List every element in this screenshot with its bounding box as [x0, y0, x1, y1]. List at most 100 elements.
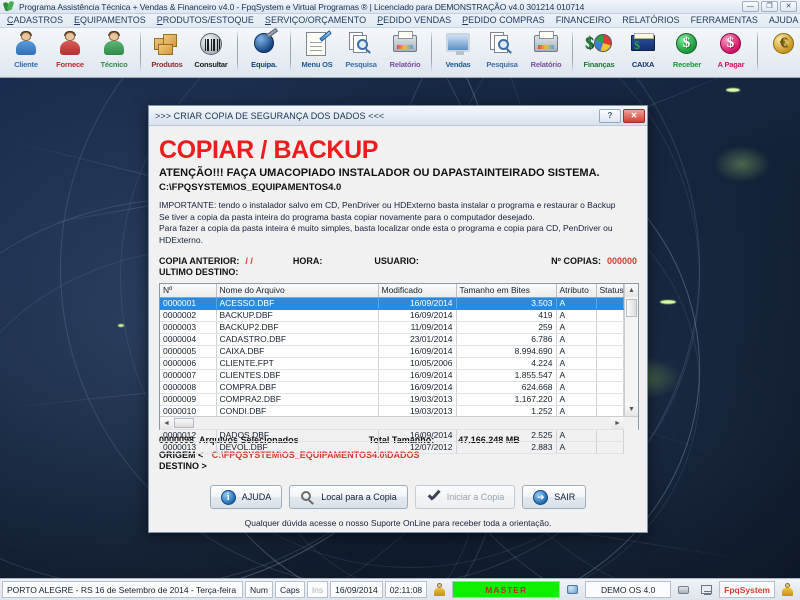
toolbar-button-cliente[interactable]: Cliente [4, 28, 48, 76]
cell-modificado: 16/09/2014 [378, 345, 457, 358]
document-pen-icon [302, 30, 332, 58]
grid-horizontal-scrollbar[interactable]: ◄ ► [160, 416, 638, 430]
toolbar-group-os: Menu OS Pesquisa Relatório [295, 28, 427, 76]
dialog-note-2: Se tiver a copia da pasta inteira do pro… [159, 211, 535, 222]
local-para-copia-button[interactable]: Local para a Copia [289, 485, 408, 509]
printer-icon[interactable] [677, 583, 690, 596]
dialog-close-button[interactable]: ✕ [623, 108, 645, 123]
column-header-numero[interactable]: Nº [160, 284, 217, 298]
toolbar-label: Pesquisa [345, 60, 377, 69]
minimize-button[interactable]: — [742, 1, 759, 12]
network-icon[interactable] [700, 583, 713, 596]
hscroll-track[interactable] [173, 417, 611, 429]
cell-modificado: 16/09/2014 [378, 297, 457, 310]
cell-modificado: 11/09/2014 [378, 321, 457, 334]
cell-modificado: 16/09/2014 [378, 381, 457, 394]
cell-modificado: 19/03/2013 [378, 393, 457, 406]
search-pages-icon [487, 30, 517, 58]
menu-item-equipamentos[interactable]: EQUIPAMENTOS [74, 14, 146, 27]
menu-item-produtos-estoque[interactable]: PRODUTOS/ESTOQUE [157, 14, 254, 27]
cell-atributo: A [556, 441, 597, 454]
cell-nome-arquivo: CLIENTE.FPT [216, 357, 379, 370]
toolbar-button-receber[interactable]: $ Receber [665, 28, 709, 76]
scroll-right-arrow-icon[interactable]: ► [611, 417, 624, 429]
table-row[interactable]: 0000002 BACKUP.DBF 16/09/2014 419 A [160, 309, 624, 322]
menu-item-servico-orcamento[interactable]: SERVIÇO/ORÇAMENTO [265, 14, 366, 27]
cell-numero: 0000003 [160, 321, 217, 334]
column-header-nome[interactable]: Nome do Arquivo [216, 284, 379, 298]
toolbar-button-produtos[interactable]: Produtos [145, 28, 189, 76]
cell-numero: 0000013 [160, 441, 217, 454]
menu-item-financeiro[interactable]: FINANCEIRO [556, 14, 612, 27]
backup-info-row: COPIA ANTERIOR: / / HORA: USUARIO: Nº CO… [159, 256, 637, 266]
toolbar-button-relatorio-os[interactable]: Relatório [383, 28, 427, 76]
dialog-help-button[interactable]: ? [599, 108, 621, 123]
table-row[interactable]: 0000007 CLIENTES.DBF 16/09/2014 1.855.547 A [160, 369, 624, 382]
table-header-row: Nº Nome do Arquivo Modificado Tamanho em… [160, 284, 624, 298]
person-blue-icon [11, 30, 41, 58]
toolbar-group-financeiro: $ Finanças $ CAIXA $ Receber $ A Pagar [577, 28, 753, 76]
table-row[interactable]: 0000006 CLIENTE.FPT 10/05/2006 4.224 A [160, 357, 624, 370]
iniciar-copia-label: Iniciar a Copia [446, 492, 505, 502]
scroll-left-arrow-icon[interactable]: ◄ [160, 417, 173, 429]
toolbar-button-equipa[interactable]: Equipa. [242, 27, 286, 76]
toolbar-button-caixa[interactable]: $ CAIXA [621, 28, 665, 76]
toolbar-button-relatorio-vendas[interactable]: Relatório [524, 28, 568, 76]
printer-color-icon [390, 30, 420, 58]
ajuda-button[interactable]: i AJUDA [209, 485, 283, 509]
column-header-tamanho[interactable]: Tamanho em Bites [456, 284, 557, 298]
column-header-atributo[interactable]: Atributo [556, 284, 597, 298]
status-network-icon-cell[interactable] [696, 581, 717, 598]
table-row[interactable]: 0000001 ACESSO.DBF 16/09/2014 3.503 A [160, 297, 624, 310]
menu-item-pedido-compras[interactable]: PEDIDO COMPRAS [462, 14, 545, 27]
toolbar-button-a-pagar[interactable]: $ A Pagar [709, 28, 753, 76]
close-button[interactable]: ✕ [780, 1, 797, 12]
column-header-modificado[interactable]: Modificado [378, 284, 457, 298]
hscroll-thumb[interactable] [174, 418, 194, 428]
table-row[interactable]: 0000012 DADOS.DBF 16/09/2014 2.525 A [160, 429, 624, 442]
sair-button[interactable]: ➜ SAIR [522, 485, 587, 509]
toolbar-separator [431, 30, 432, 72]
vscroll-track[interactable] [625, 297, 638, 403]
table-row[interactable]: 0000004 CADASTRO.DBF 23/01/2014 6.786 A [160, 333, 624, 346]
toolbar-button-pesquisa-vendas[interactable]: Pesquisa [480, 28, 524, 76]
table-row[interactable]: 0000005 CAIXA.DBF 16/09/2014 8.994.690 A [160, 345, 624, 358]
toolbar-button-consultar[interactable]: Consultar [189, 28, 233, 76]
menu-item-pedido-vendas[interactable]: PEDIDO VENDAS [377, 14, 451, 27]
toolbar-button-vendas[interactable]: Vendas [436, 28, 480, 76]
cell-nome-arquivo: BACKUP2.DBF [216, 321, 379, 334]
toolbar-button-financas[interactable]: $ Finanças [577, 28, 621, 76]
toolbar-group-equipamentos: Equipa. [242, 27, 286, 76]
user-icon [433, 583, 446, 596]
scroll-up-arrow-icon[interactable]: ▲ [625, 284, 638, 297]
menu-item-ferramentas[interactable]: FERRAMENTAS [691, 14, 758, 27]
main-window-title: Programa Assistência Técnica + Vendas & … [19, 1, 585, 12]
toolbar-button-fornece[interactable]: Fornece [48, 28, 92, 76]
menu-item-cadastros[interactable]: CADASTROS [7, 14, 63, 27]
table-row[interactable]: 0000008 COMPRA.DBF 16/09/2014 624.668 A [160, 381, 624, 394]
cell-numero: 0000009 [160, 393, 217, 406]
column-header-status[interactable]: Status [596, 284, 624, 298]
file-list-grid[interactable]: Nº Nome do Arquivo Modificado Tamanho em… [159, 283, 639, 454]
table-row[interactable]: 0000003 BACKUP2.DBF 11/09/2014 259 A [160, 321, 624, 334]
cell-modificado: 23/01/2014 [378, 333, 457, 346]
toolbar-button-moeda[interactable]: € [762, 28, 800, 76]
cell-numero: 0000006 [160, 357, 217, 370]
status-printer-icon-cell[interactable] [673, 581, 694, 598]
vscroll-thumb[interactable] [626, 299, 637, 317]
cell-nome-arquivo: COMPRA2.DBF [216, 393, 379, 406]
table-row[interactable]: 0000013 DEVOL.DBF 12/07/2012 2.883 A [160, 441, 624, 454]
scroll-down-arrow-icon[interactable]: ▼ [625, 403, 638, 416]
toolbar-button-pesquisa-os[interactable]: Pesquisa [339, 28, 383, 76]
table-row[interactable]: 0000009 COMPRA2.DBF 19/03/2013 1.167.220 A [160, 393, 624, 406]
menu-item-relatorios[interactable]: RELATÓRIOS [622, 14, 679, 27]
cell-numero: 0000012 [160, 429, 217, 442]
grid-vertical-scrollbar[interactable]: ▲ ▼ [624, 284, 638, 416]
toolbar-label: Produtos [151, 60, 183, 69]
toolbar-button-tecnico[interactable]: Técnico [92, 28, 136, 76]
iniciar-copia-button[interactable]: Iniciar a Copia [414, 485, 516, 509]
maximize-button[interactable]: ❐ [761, 1, 778, 12]
toolbar-button-menu-os[interactable]: Menu OS [295, 28, 339, 76]
cell-atributo: A [556, 357, 597, 370]
menu-item-ajuda[interactable]: AJUDA [769, 14, 799, 27]
